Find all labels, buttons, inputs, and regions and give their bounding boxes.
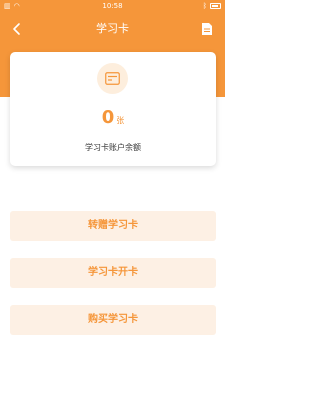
battery-icon <box>210 3 221 9</box>
balance-unit: 张 <box>116 116 125 125</box>
nav-bar: 学习卡 <box>0 14 225 44</box>
page-title: 学习卡 <box>96 22 129 35</box>
balance-value: 0 <box>101 107 115 128</box>
status-time: 10:58 <box>102 2 123 10</box>
balance-card: 0张 学习卡账户余额 <box>10 52 216 166</box>
card-icon <box>105 72 120 85</box>
balance-label: 学习卡账户余额 <box>85 143 141 152</box>
balance-row: 0张 <box>10 108 216 128</box>
transfer-card-button[interactable]: 转赠学习卡 <box>10 211 216 241</box>
activate-card-button[interactable]: 学习卡开卡 <box>10 258 216 288</box>
card-icon-circle <box>97 63 128 94</box>
bluetooth-icon: ᛒ <box>202 2 207 10</box>
status-right-icons: ᛒ <box>203 0 221 12</box>
status-bar: ▥ ◠ 10:58 ᛒ <box>0 0 225 12</box>
document-icon[interactable] <box>201 22 213 36</box>
buy-card-button[interactable]: 购买学习卡 <box>10 305 216 335</box>
